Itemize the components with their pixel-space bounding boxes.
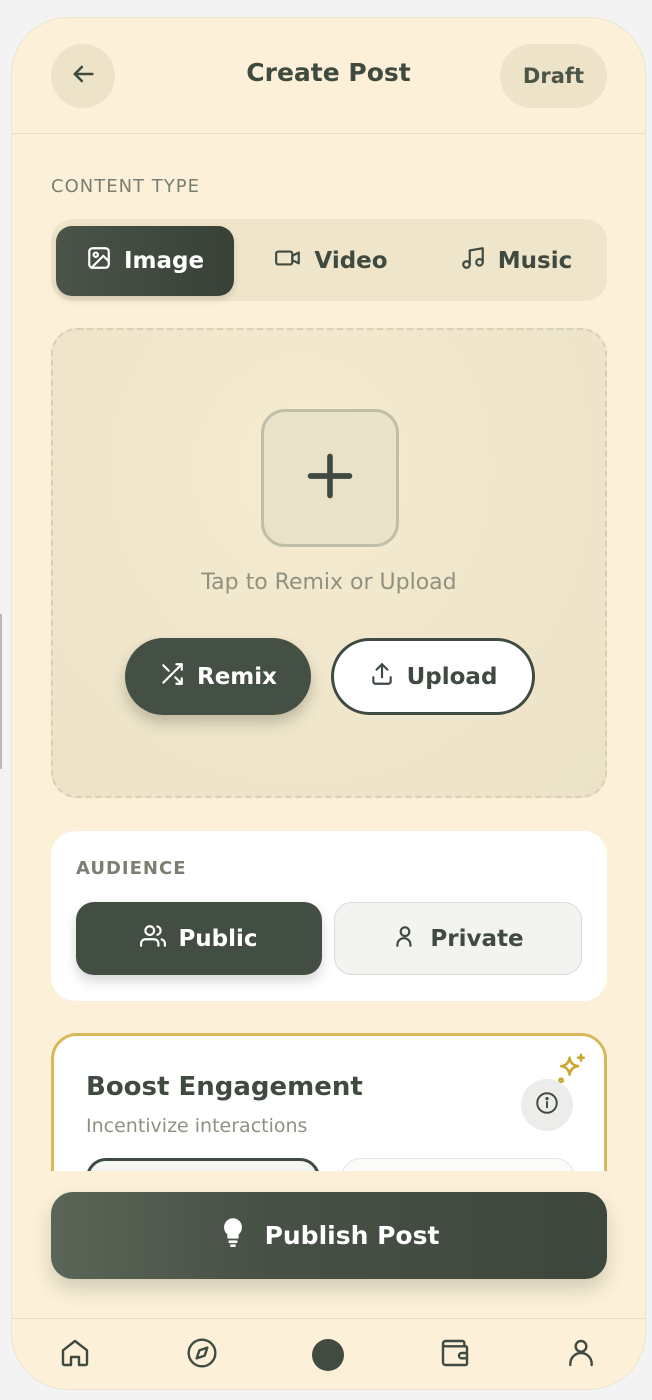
draft-button[interactable]: Draft	[500, 44, 607, 108]
image-icon	[86, 245, 112, 277]
header: Create Post Draft	[12, 18, 645, 134]
bottom-nav	[12, 1318, 645, 1389]
nav-wallet[interactable]	[437, 1337, 473, 1373]
upload-label: Upload	[406, 663, 498, 690]
nav-explore[interactable]	[184, 1337, 220, 1373]
content-type-label: CONTENT TYPE	[51, 176, 200, 197]
video-icon	[274, 245, 302, 277]
upload-icon	[369, 661, 395, 693]
audience-public-button[interactable]: Public	[76, 902, 322, 975]
nav-create[interactable]	[310, 1337, 346, 1373]
media-upload-area[interactable]: Tap to Remix or Upload Remix Upload	[51, 328, 607, 798]
remix-button[interactable]: Remix	[125, 638, 311, 715]
audience-label: AUDIENCE	[76, 858, 187, 879]
user-icon	[392, 923, 418, 955]
plus-icon	[304, 450, 356, 506]
audience-public-label: Public	[178, 925, 258, 952]
upload-hint: Tap to Remix or Upload	[201, 570, 457, 595]
remix-label: Remix	[197, 663, 277, 690]
phone-frame: Create Post Draft CONTENT TYPE Image Vid…	[12, 18, 645, 1389]
audience-private-label: Private	[430, 925, 524, 952]
boost-subtitle: Incentivize interactions	[86, 1115, 308, 1137]
create-icon	[312, 1339, 344, 1371]
nav-profile[interactable]	[563, 1337, 599, 1373]
users-icon	[140, 923, 167, 955]
publish-button[interactable]: Publish Post	[51, 1192, 607, 1279]
profile-icon	[565, 1337, 597, 1373]
content-type-image-button[interactable]: Image	[56, 226, 234, 296]
publish-label: Publish Post	[264, 1221, 440, 1250]
wallet-icon	[439, 1337, 471, 1373]
upload-button[interactable]: Upload	[331, 638, 535, 715]
music-icon	[460, 245, 486, 277]
lightbulb-icon	[219, 1216, 247, 1256]
shuffle-icon	[159, 661, 185, 693]
boost-title: Boost Engagement	[86, 1072, 363, 1102]
add-media-button[interactable]	[261, 409, 399, 547]
nav-home[interactable]	[57, 1337, 93, 1373]
info-button[interactable]	[521, 1079, 573, 1131]
home-icon	[59, 1337, 91, 1373]
content-type-image-label: Image	[123, 248, 205, 274]
info-icon	[534, 1090, 560, 1120]
content-type-video-label: Video	[314, 248, 388, 274]
audience-card: AUDIENCE Public Private	[51, 831, 607, 1001]
content-type-music-label: Music	[497, 248, 573, 274]
content-type-selector: Image Video Music	[51, 219, 607, 301]
side-edge-tab	[0, 614, 2, 769]
compass-icon	[186, 1337, 218, 1373]
content-type-video-button[interactable]: Video	[246, 226, 416, 296]
content-type-music-button[interactable]: Music	[431, 226, 601, 296]
audience-private-button[interactable]: Private	[334, 902, 582, 975]
